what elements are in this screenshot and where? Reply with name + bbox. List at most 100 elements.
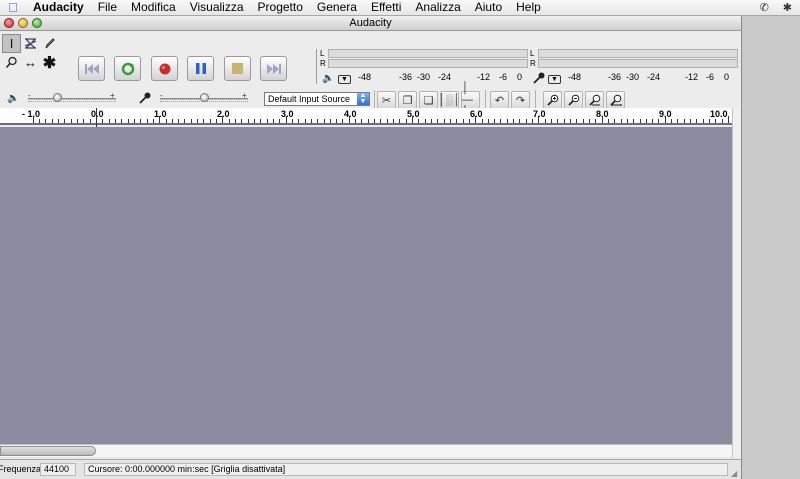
record-scale-48: -48 [568,72,582,82]
menu-effetti[interactable]: Effetti [364,0,408,15]
undo-button[interactable]: ↶ [490,91,509,109]
playback-meter-left-label: L [320,49,325,58]
skip-to-end-button[interactable] [260,56,287,81]
menu-file[interactable]: File [91,0,124,15]
playback-meter-right-label: R [320,59,326,68]
fit-selection-button[interactable] [585,91,604,109]
ruler-tick [342,119,343,123]
skip-to-start-button[interactable] [78,56,105,81]
ruler-tick [191,119,192,123]
menu-progetto[interactable]: Progetto [251,0,310,15]
pause-button[interactable] [187,56,214,81]
ruler-tick [500,119,501,123]
ruler-tick [412,116,413,123]
menu-visualizza[interactable]: Visualizza [183,0,251,15]
record-meter[interactable]: L R ▼ -48 -36 -30 -24 -12 -6 0 [528,49,740,84]
ruler-tick [715,119,716,123]
ruler-tick [728,116,729,123]
ruler-tick [526,119,527,123]
redo-button[interactable]: ↷ [511,91,530,109]
play-button[interactable] [114,56,141,81]
resize-grip-icon[interactable]: ◢ [731,469,740,478]
paste-button[interactable]: ❏ [419,91,438,109]
ruler-label: 2.0 [217,109,230,119]
input-volume-slider[interactable] [200,93,209,102]
ruler-tick [570,119,571,123]
ruler-tick [52,119,53,123]
ruler-label: 6.0 [470,109,483,119]
timeshift-tool-icon[interactable]: ↔ [21,53,40,72]
zoom-out-button[interactable] [564,91,583,109]
output-volume-track[interactable] [28,98,116,100]
ruler-label: 10.0 [710,109,728,119]
ruler-tick [608,119,609,123]
ruler-tick [703,119,704,123]
menu-genera[interactable]: Genera [310,0,364,15]
ruler-tick [311,119,312,123]
envelope-tool-icon[interactable] [21,34,40,53]
ruler-tick [254,119,255,123]
apple-icon[interactable]:  [0,0,26,15]
ruler-tick [722,119,723,123]
ruler-tick [222,116,223,123]
record-scale-0: 0 [724,72,730,82]
tools-toolbar: I ↔ ✱ [2,34,60,72]
phone-icon[interactable]: ✆ [760,1,769,14]
menubar-status-icons: ✆ ✱ [760,0,792,15]
menu-analizza[interactable]: Analizza [408,0,467,15]
draw-tool-icon[interactable] [40,34,59,53]
stop-button[interactable] [224,56,251,81]
ruler-tick [292,119,293,123]
ruler-label: 0.0 [91,109,104,119]
bluetooth-icon[interactable]: ✱ [783,1,792,14]
playback-meter-menu-button[interactable]: ▼ [338,75,351,84]
track-panel[interactable] [0,127,732,444]
copy-button[interactable]: ❐ [398,91,417,109]
timeline-ruler[interactable]: - 1.0 0.0 1.0 2.0 3.0 4.0 5.0 6.0 7.0 8.… [0,108,732,125]
toolbars: I ↔ ✱ L R 🔈 ▼ -48 -36 -30 -24 -12 -6 0 L… [0,32,741,118]
window-titlebar[interactable]: Audacity [0,16,741,31]
ruler-tick [147,119,148,123]
zoom-tool-icon[interactable] [2,53,21,72]
ruler-tick [279,119,280,123]
ruler-tick [172,119,173,123]
selection-tool-icon[interactable]: I [2,34,21,53]
ruler-tick [140,119,141,123]
silence-button[interactable]: │—│ [461,82,480,118]
ruler-tick [361,119,362,123]
menu-help[interactable]: Help [509,0,548,15]
menu-audacity[interactable]: Audacity [26,0,91,15]
menu-modifica[interactable]: Modifica [124,0,183,15]
multi-tool-icon[interactable]: ✱ [40,53,59,72]
vertical-scrollbar[interactable] [732,108,741,458]
input-source-select[interactable]: Default Input Source ▲ ▼ [264,92,370,106]
ruler-tick [83,119,84,123]
record-meter-left-bar [538,49,738,58]
ruler-tick [197,119,198,123]
ruler-tick [368,119,369,123]
fit-project-button[interactable] [606,91,625,109]
record-meter-menu-button[interactable]: ▼ [548,75,561,84]
record-scale-36: -36 [608,72,622,82]
playback-scale-0: 0 [517,72,523,82]
playback-scale-24: -24 [438,72,452,82]
ruler-tick [576,119,577,123]
ruler-tick [425,119,426,123]
ruler-tick [248,119,249,123]
record-button[interactable] [151,56,178,81]
cut-button[interactable]: ✂ [377,91,396,109]
ruler-tick [696,119,697,123]
input-source-value: Default Input Source [268,94,351,104]
output-volume-slider[interactable] [53,93,62,102]
ruler-tick [45,119,46,123]
ruler-tick [393,119,394,123]
menu-aiuto[interactable]: Aiuto [468,0,509,15]
ruler-tick [633,119,634,123]
trim-button[interactable]: │░│ [439,91,460,109]
zoom-in-button[interactable] [543,91,562,109]
project-rate-field[interactable]: 44100 [40,463,76,476]
horizontal-scrollbar[interactable] [0,444,732,457]
playback-meter[interactable]: L R 🔈 ▼ -48 -36 -30 -24 -12 -6 0 [318,49,530,84]
record-scale-6: -6 [706,72,715,82]
horizontal-scroll-thumb[interactable] [0,446,96,456]
